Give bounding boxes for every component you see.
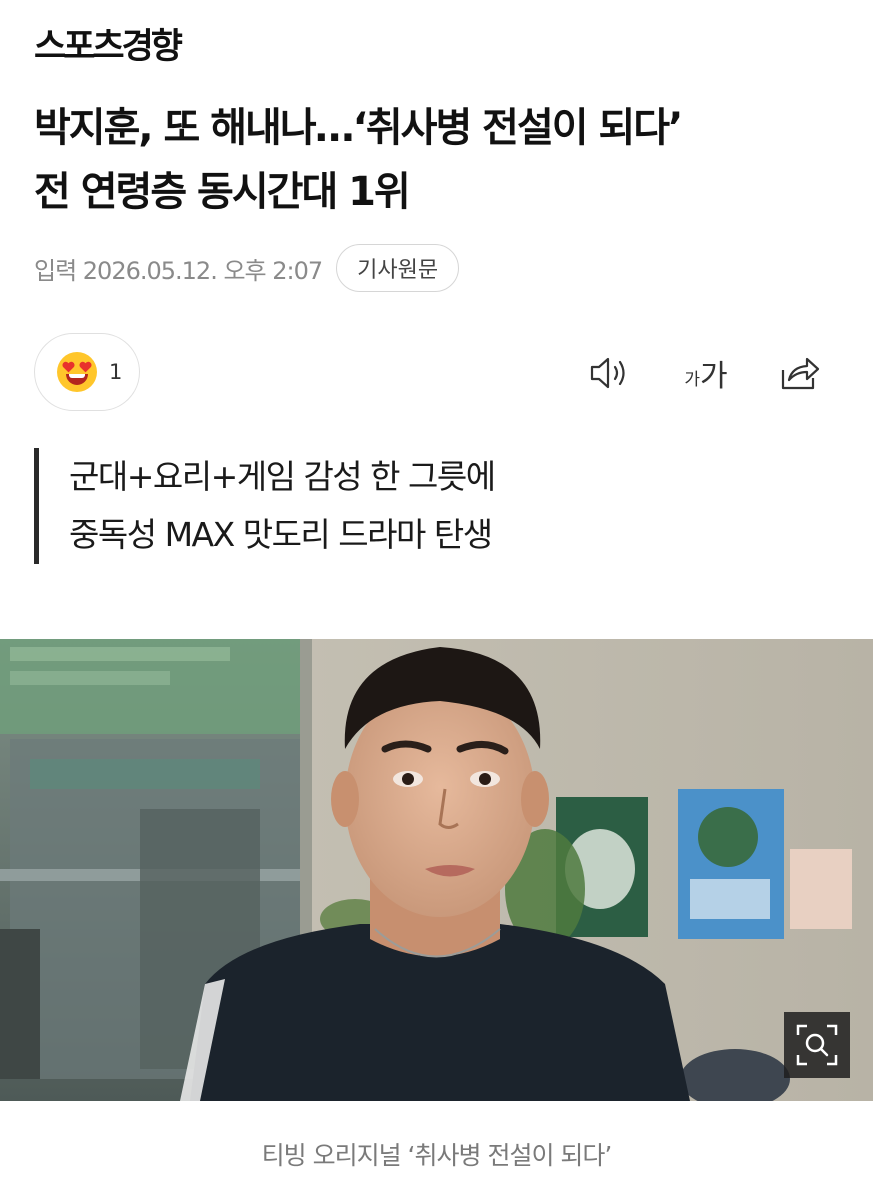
article-title: 박지훈, 또 해내나…‘취사병 전설이 되다’ 전 연령층 동시간대 1위 — [34, 96, 844, 224]
subheadline-line-1: 군대+요리+게임 감성 한 그릇에 — [69, 457, 496, 496]
photo-caption: 티빙 오리지널 ‘취사병 전설이 되다’ — [261, 1141, 613, 1170]
article-title-line-1: 박지훈, 또 해내나…‘취사병 전설이 되다’ — [34, 105, 683, 151]
reaction-button[interactable]: 1 — [34, 333, 140, 411]
listen-button[interactable] — [586, 350, 636, 396]
heart-eyes-emoji-icon — [57, 352, 97, 392]
article-subheadline: 군대+요리+게임 감성 한 그릇에 중독성 MAX 맛도리 드라마 탄생 — [34, 448, 496, 564]
zoom-search-icon — [796, 1024, 838, 1066]
article-meta: 입력 2026.05.12. 오후 2:07 기사원문 — [34, 244, 460, 292]
original-article-button[interactable]: 기사원문 — [336, 244, 460, 292]
article-photo[interactable] — [0, 639, 873, 1101]
published-date: 입력 2026.05.12. 오후 2:07 — [34, 256, 323, 285]
font-size-small-label: 가 — [684, 369, 701, 390]
speaker-icon — [590, 357, 625, 389]
share-icon — [781, 357, 820, 390]
article-title-line-2: 전 연령층 동시간대 1위 — [34, 169, 411, 215]
subheadline-line-2: 중독성 MAX 맛도리 드라마 탄생 — [69, 515, 493, 554]
font-size-large-label: 가 — [700, 359, 728, 394]
image-zoom-button[interactable] — [784, 1012, 850, 1078]
reaction-count: 1 — [109, 360, 123, 384]
font-size-button[interactable]: 가 가 — [676, 350, 736, 396]
share-button[interactable] — [772, 350, 824, 396]
site-logo[interactable]: 스포츠경향 — [34, 18, 183, 69]
